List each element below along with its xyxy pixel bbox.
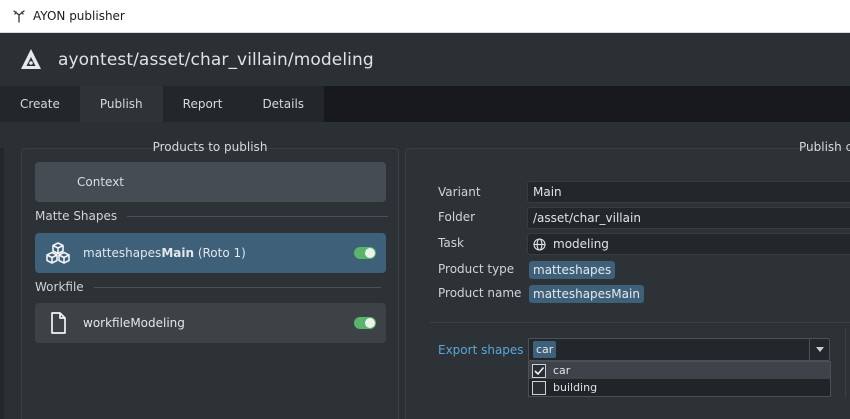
product-type-chip: matteshapes [529, 261, 616, 279]
export-shapes-combobox[interactable]: car [528, 338, 830, 361]
tab-details[interactable]: Details [242, 86, 325, 122]
task-value: modeling [553, 237, 609, 251]
chevron-down-icon[interactable] [809, 339, 829, 360]
selected-shape-chip: car [533, 341, 557, 358]
product-item-matteshapes-main[interactable]: matteshapesMain (Roto 1) [35, 233, 386, 273]
checkbox-checked-icon[interactable] [532, 363, 546, 378]
shape-option-label: building [553, 381, 598, 394]
tab-create[interactable]: Create [0, 86, 80, 122]
group-label-text: Matte Shapes [35, 209, 118, 223]
enable-toggle[interactable] [354, 317, 376, 329]
group-label-workfile: Workfile [35, 280, 381, 294]
variant-label: Variant [438, 185, 481, 199]
product-name-chip: matteshapesMain [529, 285, 644, 303]
product-type-label: Product type [438, 262, 515, 276]
shape-option-car[interactable]: car [529, 362, 830, 379]
publish-details-title: Publish c [799, 140, 850, 154]
ayon-app-icon [12, 9, 26, 23]
shape-option-label: car [553, 364, 571, 377]
folder-value: /asset/char_villain [533, 211, 641, 225]
product-item-label: matteshapesMain (Roto 1) [83, 246, 246, 260]
file-icon [45, 310, 71, 336]
product-item-label: workfileModeling [83, 316, 185, 330]
variant-value: Main [533, 185, 562, 199]
section-vertical-line [845, 328, 846, 398]
group-label-text: Workfile [35, 280, 84, 294]
group-divider [127, 215, 389, 217]
shape-option-building[interactable]: building [529, 379, 830, 396]
tab-bar-spacer [324, 86, 850, 122]
tab-report[interactable]: Report [162, 86, 243, 122]
left-edge-strip [0, 148, 4, 419]
group-label-matte-shapes: Matte Shapes [35, 209, 389, 223]
folder-field[interactable]: /asset/char_villain [527, 207, 850, 229]
cubes-icon [45, 240, 71, 266]
tab-publish[interactable]: Publish [79, 86, 163, 122]
ayon-logo-icon [18, 47, 44, 73]
product-name-label: Product name [438, 286, 522, 300]
section-divider [430, 322, 850, 323]
variant-field[interactable]: Main [527, 181, 850, 203]
tab-bar: Create Publish Report Details [0, 86, 850, 122]
product-item-workfile-modeling[interactable]: workfileModeling [35, 303, 386, 343]
task-label: Task [438, 236, 464, 250]
window-titlebar: AYON publisher [0, 0, 850, 33]
context-header: ayontest/asset/char_villain/modeling [0, 33, 850, 86]
folder-label: Folder [438, 210, 476, 224]
context-item[interactable]: Context [35, 162, 386, 202]
task-field[interactable]: modeling [527, 233, 850, 255]
context-path: ayontest/asset/char_villain/modeling [58, 49, 374, 70]
products-panel-title: Products to publish [152, 140, 268, 154]
export-shapes-dropdown: car building [528, 361, 831, 397]
group-divider [93, 286, 381, 288]
globe-icon [533, 237, 546, 251]
checkbox-unchecked-icon[interactable] [532, 380, 546, 395]
enable-toggle[interactable] [354, 247, 376, 259]
export-shapes-label: Export shapes [438, 343, 524, 357]
window-title: AYON publisher [33, 9, 125, 23]
